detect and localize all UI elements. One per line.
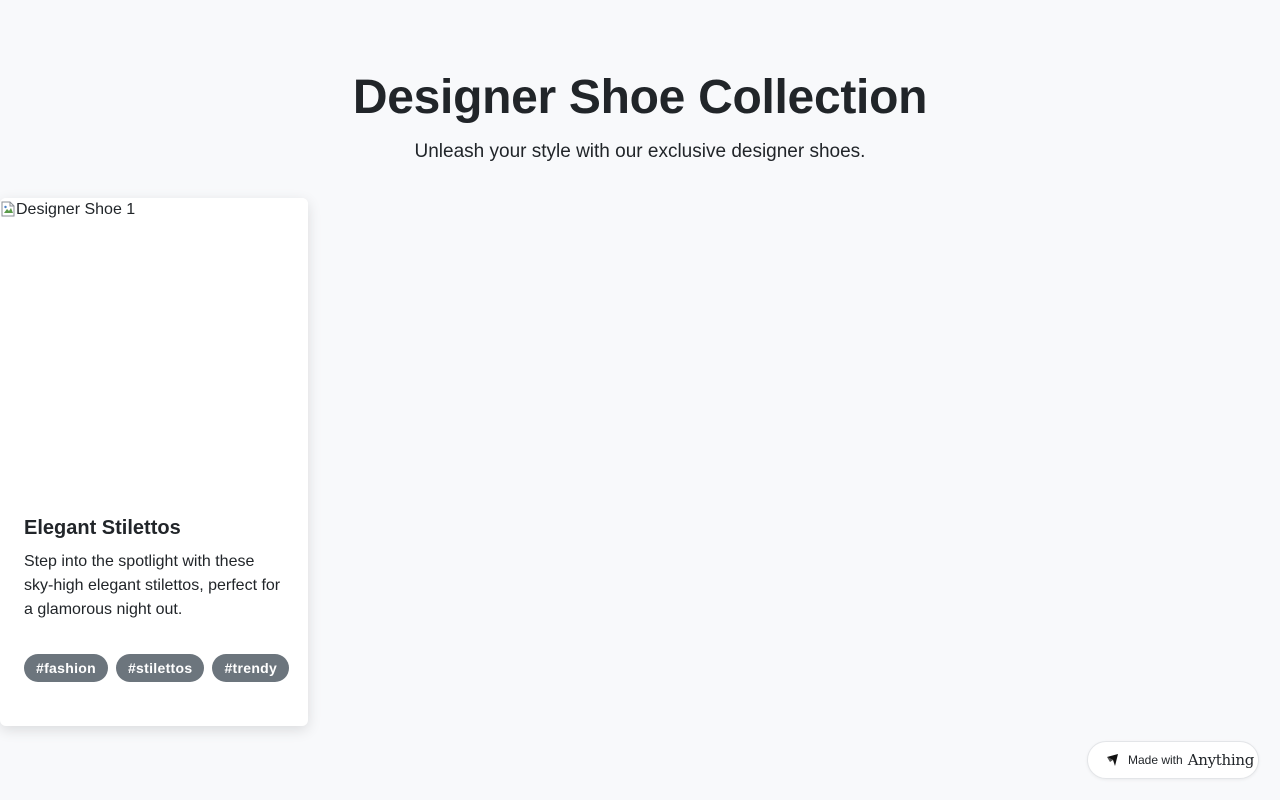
product-card-body: Elegant Stilettos Step into the spotligh… (24, 514, 284, 622)
made-with-label: Made with (1128, 753, 1183, 767)
page-subtitle: Unleash your style with our exclusive de… (414, 141, 866, 162)
broken-image-icon (1, 201, 15, 217)
tag-fashion[interactable]: #fashion (24, 654, 108, 682)
product-title: Elegant Stilettos (24, 517, 181, 539)
product-image: Designer Shoe 1 (0, 198, 308, 498)
page: Designer Shoe Collection Unleash your st… (0, 0, 1280, 800)
made-with-anything-badge[interactable]: Made with Anything (1087, 741, 1259, 779)
product-description: Step into the spotlight with these sky-h… (24, 553, 281, 618)
brand-name: Anything (1187, 751, 1255, 769)
page-title: Designer Shoe Collection (352, 71, 928, 124)
tag-trendy[interactable]: #trendy (212, 654, 290, 682)
anything-logo-icon (1107, 754, 1118, 766)
tag-stilettos[interactable]: #stilettos (115, 654, 205, 682)
product-tags: #fashion #stilettos #trendy (24, 654, 294, 682)
product-card[interactable]: Designer Shoe 1 Elegant Stilettos Step i… (0, 198, 308, 726)
product-image-alt: Designer Shoe 1 (16, 201, 136, 218)
